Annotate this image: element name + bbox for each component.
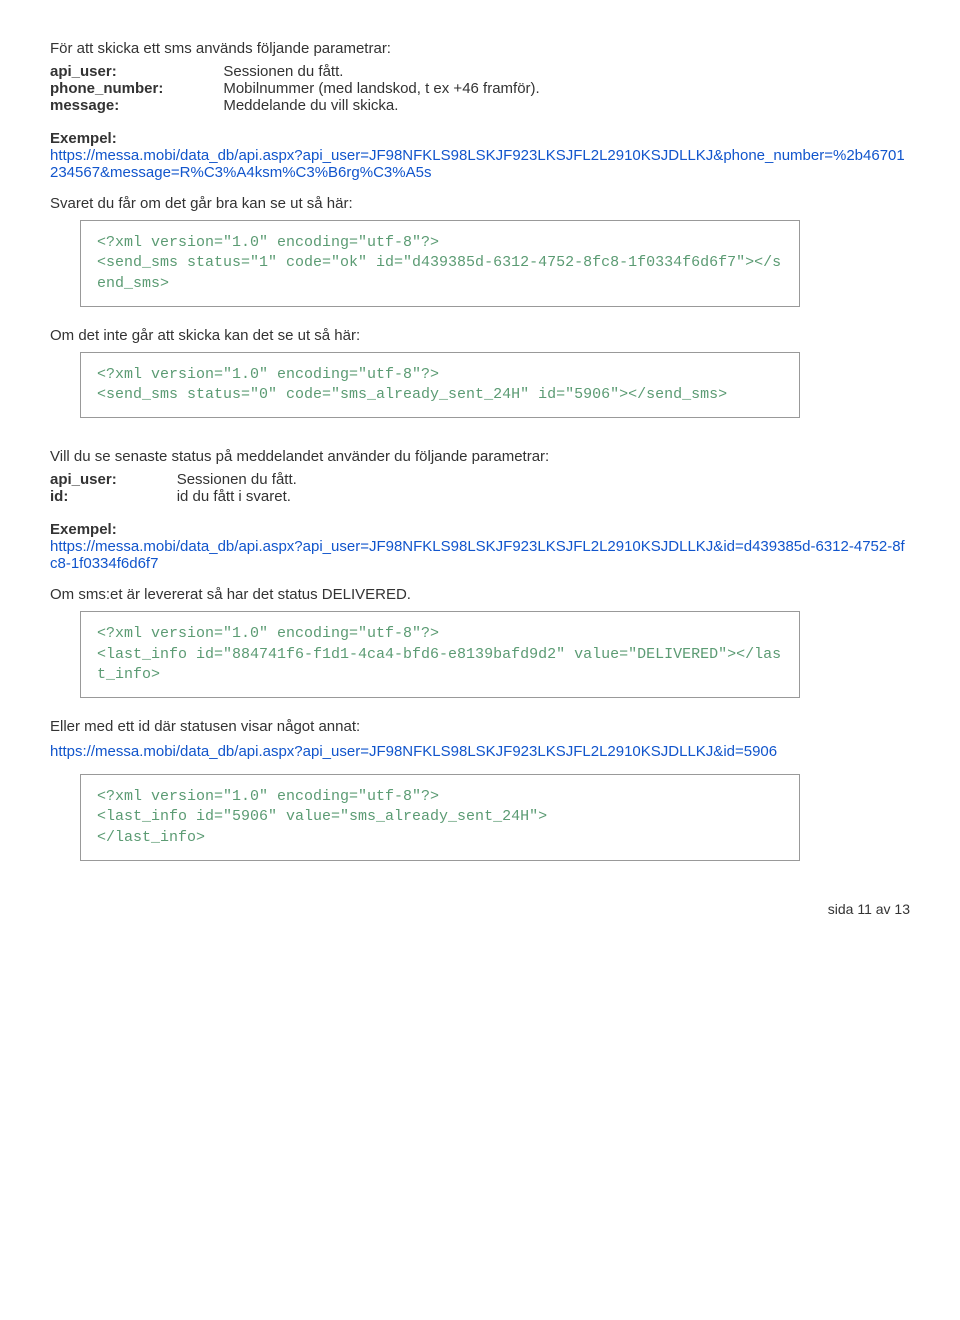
response-ok-label: Svaret du får om det går bra kan se ut s…: [50, 195, 910, 212]
param-val: Sessionen du fått.: [223, 63, 539, 80]
page-footer: sida 11 av 13: [50, 901, 910, 917]
section1-params: api_user: Sessionen du fått. phone_numbe…: [50, 63, 540, 114]
example-label: Exempel:: [50, 521, 910, 538]
delivered-label: Om sms:et är levererat så har det status…: [50, 586, 910, 603]
param-row: api_user: Sessionen du fått.: [50, 471, 297, 488]
param-key: phone_number:: [50, 80, 223, 97]
other-url: https://messa.mobi/data_db/api.aspx?api_…: [50, 743, 910, 760]
param-val: Sessionen du fått.: [177, 471, 297, 488]
param-row: phone_number: Mobilnummer (med landskod,…: [50, 80, 540, 97]
param-row: id: id du fått i svaret.: [50, 488, 297, 505]
param-key: message:: [50, 97, 223, 114]
section2-params: api_user: Sessionen du fått. id: id du f…: [50, 471, 297, 505]
example-url-1: https://messa.mobi/data_db/api.aspx?api_…: [50, 147, 910, 181]
response-fail-label: Om det inte går att skicka kan det se ut…: [50, 327, 910, 344]
param-val: Mobilnummer (med landskod, t ex +46 fram…: [223, 80, 539, 97]
code-box-ok: <?xml version="1.0" encoding="utf-8"?> <…: [80, 220, 800, 307]
param-val: Meddelande du vill skicka.: [223, 97, 539, 114]
code-box-other: <?xml version="1.0" encoding="utf-8"?> <…: [80, 774, 800, 861]
param-key: api_user:: [50, 63, 223, 80]
code-box-fail: <?xml version="1.0" encoding="utf-8"?> <…: [80, 352, 800, 419]
param-val: id du fått i svaret.: [177, 488, 297, 505]
code-box-delivered: <?xml version="1.0" encoding="utf-8"?> <…: [80, 611, 800, 698]
param-row: api_user: Sessionen du fått.: [50, 63, 540, 80]
other-status-label: Eller med ett id där statusen visar någo…: [50, 718, 910, 735]
param-row: message: Meddelande du vill skicka.: [50, 97, 540, 114]
example-url-2: https://messa.mobi/data_db/api.aspx?api_…: [50, 538, 910, 572]
section2-intro: Vill du se senaste status på meddelandet…: [50, 448, 910, 465]
param-key: id:: [50, 488, 177, 505]
section1-intro: För att skicka ett sms används följande …: [50, 40, 910, 57]
example-label: Exempel:: [50, 130, 910, 147]
param-key: api_user:: [50, 471, 177, 488]
